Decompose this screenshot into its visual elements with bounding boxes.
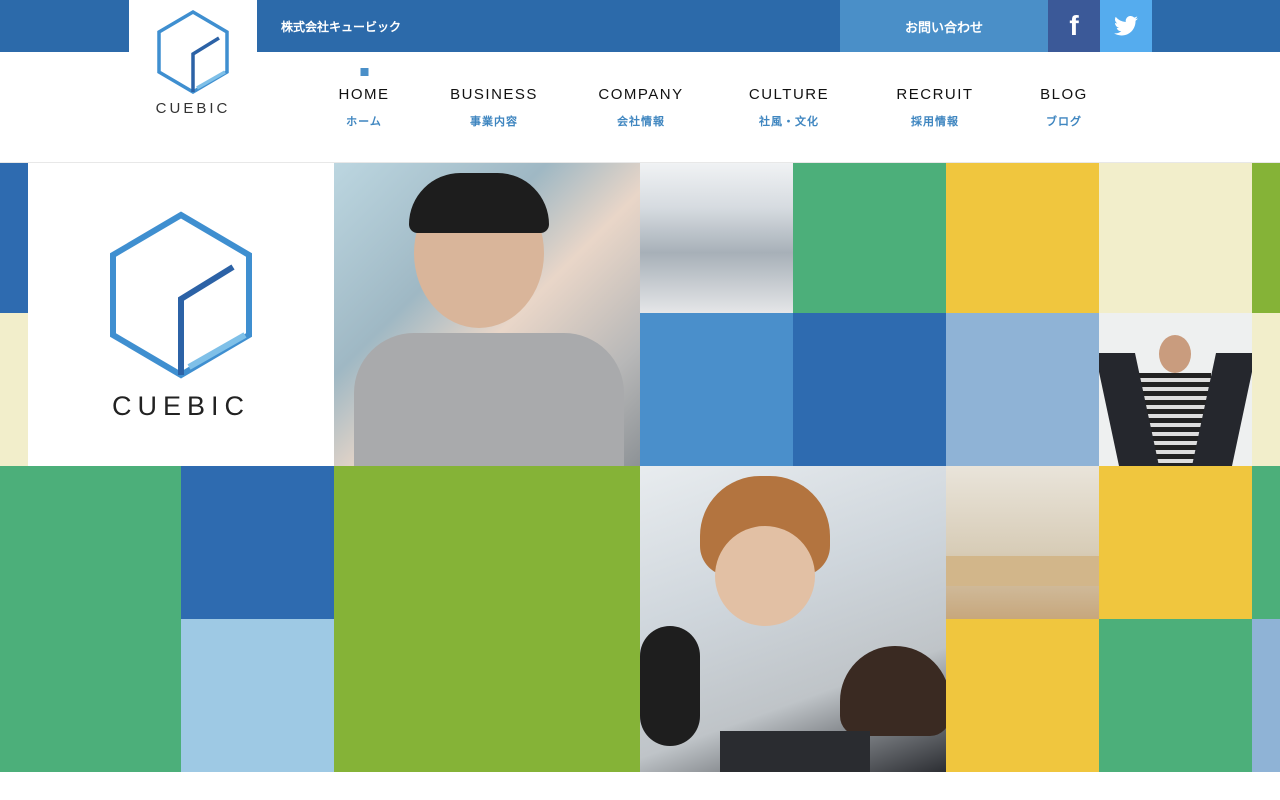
tile-yellow	[1099, 466, 1252, 619]
tile-green	[0, 466, 181, 772]
tile-pale-blue	[946, 313, 1099, 466]
nav-home[interactable]: HOME ホーム	[339, 68, 390, 129]
tile-blue	[0, 163, 28, 313]
tile-beige	[1099, 163, 1252, 313]
nav-label: RECRUIT	[896, 86, 974, 103]
nav-sublabel: 事業内容	[469, 115, 518, 128]
photo-cheering-man	[1099, 313, 1252, 466]
tile-mid-blue	[640, 313, 793, 466]
cube-logo-icon	[110, 211, 252, 379]
nav-blog[interactable]: BLOG ブログ	[1040, 86, 1088, 129]
photo-team-working	[640, 466, 946, 772]
photo-office	[640, 163, 793, 313]
tile-yellow	[946, 163, 1099, 313]
facebook-icon[interactable]: f	[1048, 0, 1100, 52]
tile-yellow	[946, 619, 1099, 772]
nav-sublabel: 会社情報	[616, 115, 665, 128]
photo-meeting	[946, 466, 1099, 619]
active-marker	[360, 68, 368, 76]
tile-lime	[1252, 163, 1280, 313]
nav-culture[interactable]: CULTURE 社風・文化	[749, 86, 829, 129]
twitter-icon[interactable]	[1100, 0, 1152, 52]
contact-button[interactable]: お問い合わせ	[840, 0, 1048, 52]
tile-green	[793, 163, 946, 313]
nav-label: BUSINESS	[450, 86, 538, 103]
nav-label: BLOG	[1040, 86, 1088, 103]
site-logo[interactable]: CUEBIC	[129, 0, 257, 140]
tile-beige	[1252, 313, 1280, 466]
tile-light-blue	[181, 619, 334, 772]
nav-recruit[interactable]: RECRUIT 採用情報	[896, 86, 973, 129]
nav-company[interactable]: COMPANY 会社情報	[598, 86, 683, 129]
tile-lime	[334, 466, 640, 772]
nav-label: CULTURE	[748, 86, 830, 103]
nav-business[interactable]: BUSINESS 事業内容	[450, 86, 538, 129]
tile-green	[1252, 466, 1280, 619]
nav-label: COMPANY	[598, 86, 684, 103]
nav-sublabel: 採用情報	[910, 115, 959, 128]
tile-blue	[793, 313, 946, 466]
tile-pale-blue	[1252, 619, 1280, 772]
nav-sublabel: 社風・文化	[758, 115, 819, 128]
nav-sublabel: ブログ	[1046, 115, 1082, 128]
nav-label: HOME	[338, 86, 390, 103]
photo-smiling-man	[334, 163, 640, 466]
tile-blue	[181, 466, 334, 619]
hero-logo-text: CUEBIC	[111, 391, 250, 421]
hero-logo-tile: CUEBIC	[28, 163, 334, 466]
nav-sublabel: ホーム	[346, 115, 382, 128]
cube-logo-icon	[157, 9, 229, 95]
tile-beige	[0, 313, 28, 466]
logo-text: CUEBIC	[155, 100, 231, 117]
company-name: 株式会社キュービック	[281, 20, 402, 34]
tile-green	[1099, 619, 1252, 772]
